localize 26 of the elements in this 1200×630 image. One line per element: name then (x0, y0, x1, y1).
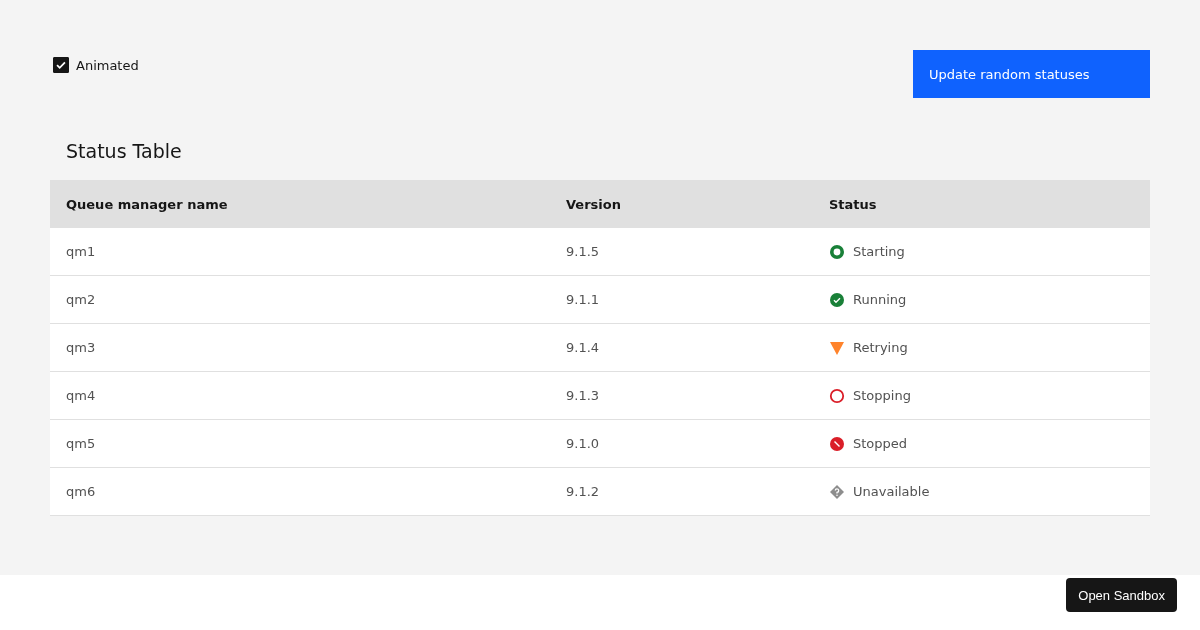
table-cell: qm4 (50, 371, 550, 420)
table-cell: 9.1.4 (550, 323, 813, 372)
status-label: Retrying (853, 340, 908, 355)
checkbox-label: Animated (76, 57, 139, 73)
column-header: Queue manager name (50, 180, 550, 228)
column-header: Version (550, 180, 813, 228)
status-label: Stopping (853, 388, 911, 403)
table-cell: qm5 (50, 419, 550, 468)
column-header: Status (813, 180, 1150, 228)
update-button[interactable]: Update random statuses (913, 50, 1150, 98)
status-label: Starting (853, 244, 905, 259)
table-cell: 9.1.0 (550, 419, 813, 468)
table-cell: qm3 (50, 323, 550, 372)
table-cell: 9.1.5 (550, 228, 813, 276)
table-cell: qm2 (50, 275, 550, 324)
table-cell: 9.1.3 (550, 371, 813, 420)
table-cell: 9.1.2 (550, 467, 813, 516)
table-cell: qm1 (50, 228, 550, 276)
checkbox[interactable] (53, 57, 69, 73)
status-label: Stopped (853, 436, 908, 451)
table-title: Status Table (65, 139, 183, 164)
table-cell: 9.1.1 (550, 275, 813, 324)
table-cell: qm6 (50, 467, 550, 516)
open-sandbox-button[interactable]: Open Sandbox (1066, 578, 1177, 612)
status-label: Unavailable (853, 484, 930, 499)
status-label: Running (853, 292, 907, 307)
